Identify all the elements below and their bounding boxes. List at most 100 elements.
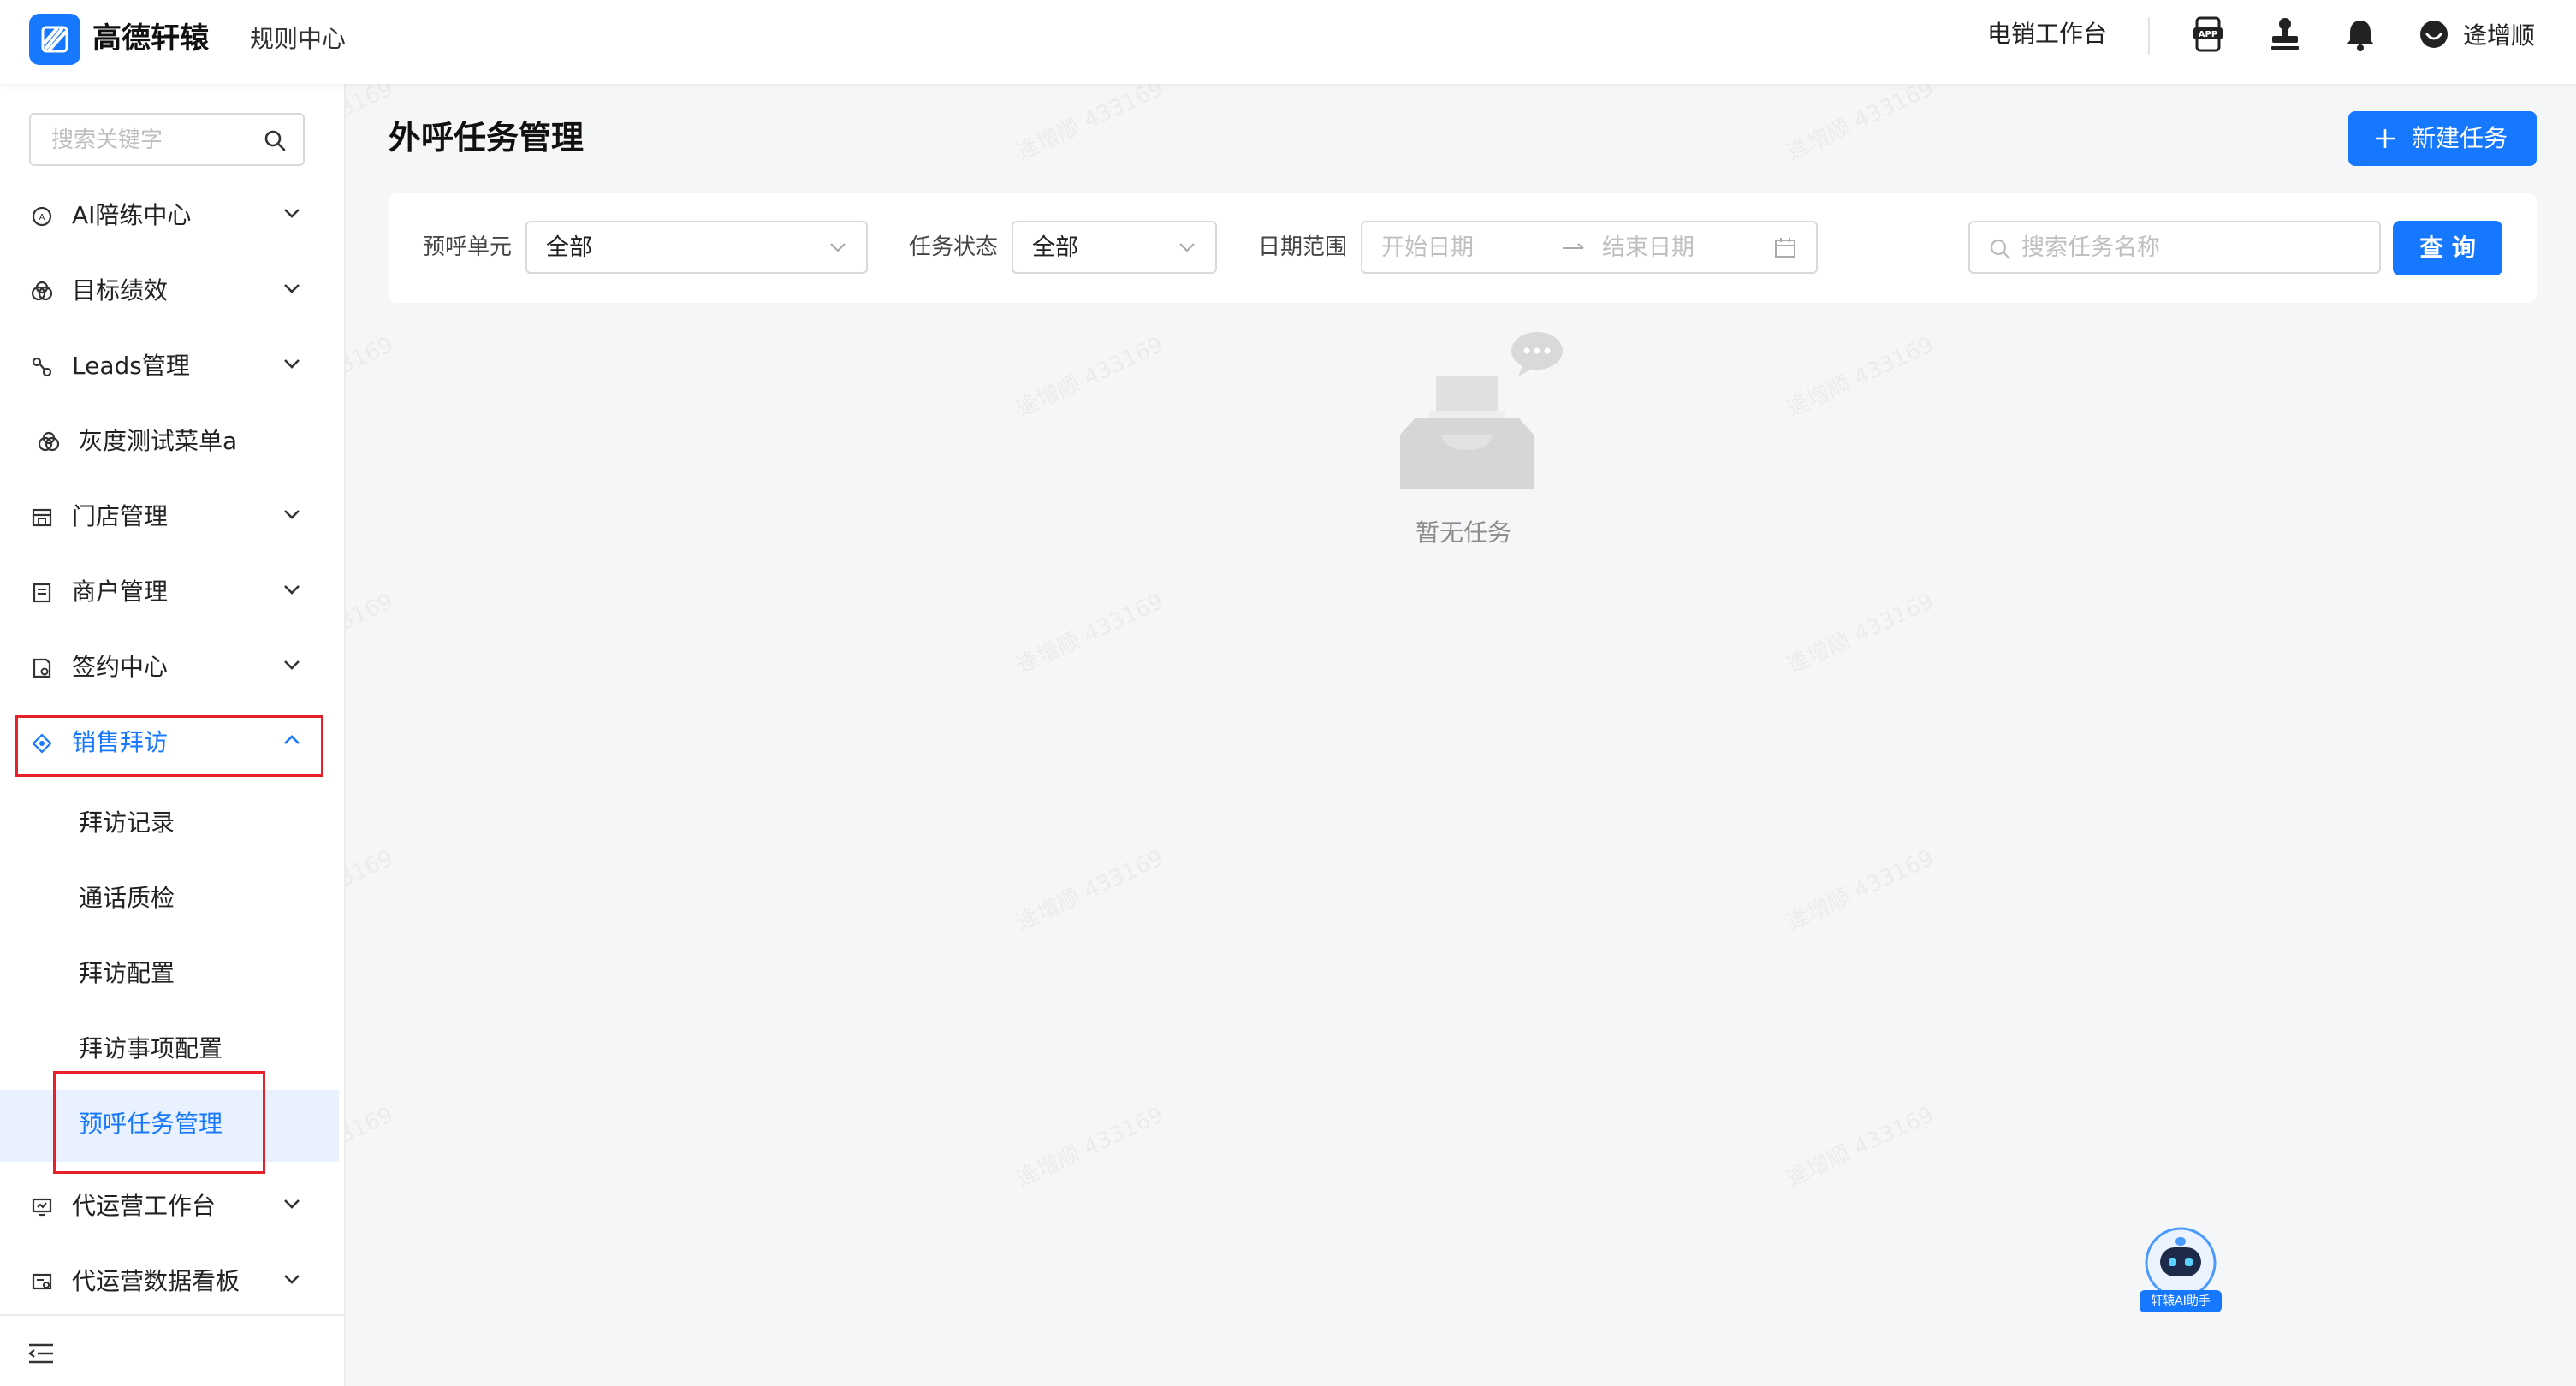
task-name-search[interactable]: 搜索任务名称 [1968,221,2381,274]
chevron-down-icon [284,1199,300,1209]
chevron-down-icon [284,1275,300,1284]
sidebar-item-label: Leads管理 [72,352,190,380]
sidebar-subitem-label: 拜访配置 [79,959,175,987]
stamp-icon[interactable] [2266,15,2304,53]
chevron-down-icon [284,284,300,293]
sidebar-item-ops-workbench[interactable]: 代运营工作台 [0,1172,346,1241]
sidebar-item-label: 代运营数据看板 [72,1267,240,1295]
watermark: 逄增顺 433169 [1011,328,1168,424]
watermark: 逄增顺 433169 [1781,328,1938,424]
watermark: 逄增顺 433169 [1011,584,1168,680]
sidebar-item-gray-test[interactable]: 灰度测试菜单a [0,407,346,476]
ops-workbench-icon [32,1198,52,1217]
sidebar-item-contract[interactable]: 签约中心 [0,633,346,702]
sidebar-item-label: AI陪练中心 [72,201,192,229]
contract-icon [33,658,51,678]
filter-panel: 预呼单元 全部 任务状态 全部 日期范围 开始日期 结束日期 搜索任务名称 查 … [389,193,2537,303]
chevron-down-icon [284,209,300,218]
store-icon [32,508,52,527]
watermark: 逄增顺 433169 [1011,841,1168,937]
sidebar-item-ai-training[interactable]: A AI陪练中心 [0,181,346,250]
date-filter-label: 日期范围 [1258,234,1348,260]
sidebar-subitem-label: 拜访记录 [79,808,175,837]
sidebar-subitem-precall-task[interactable]: 预呼任务管理 [0,1090,339,1162]
brand-logo-icon[interactable] [29,14,80,65]
svg-text:APP: APP [2199,30,2217,39]
watermark: 逄增顺 433169 [1781,71,1938,167]
rule-center-link[interactable]: 规则中心 [250,22,346,56]
sidebar-item-store[interactable]: 门店管理 [0,483,346,551]
chevron-down-icon [284,660,300,670]
sidebar-item-label: 灰度测试菜单a [79,427,238,455]
sidebar-search[interactable] [29,113,305,166]
task-name-search-input[interactable]: 搜索任务名称 [2021,232,2160,264]
user-name[interactable]: 逄增顺 [2463,19,2535,53]
date-range-picker[interactable]: 开始日期 结束日期 [1361,221,1818,274]
sidebar-item-target-performance[interactable]: 目标绩效 [0,257,346,325]
search-icon[interactable] [264,129,286,151]
leads-icon [32,357,52,377]
status-filter-label: 任务状态 [909,234,999,260]
empty-inbox-icon [1400,332,1563,489]
header-divider [2148,17,2150,55]
end-date-input[interactable]: 结束日期 [1602,232,1695,264]
sidebar-item-sales-visit[interactable]: 销售拜访 [0,708,346,777]
sidebar: A AI陪练中心 目标绩效 Leads管理 灰度测试菜单a 门店管理 商户管理 … [0,84,346,1386]
arrow-right-icon [1563,243,1584,249]
sidebar-item-label: 门店管理 [72,502,169,530]
calendar-icon[interactable] [1773,236,1797,260]
sidebar-item-label: 商户管理 [72,578,169,606]
query-button[interactable]: 查 询 [2393,221,2502,275]
chevron-down-icon [284,359,300,369]
visit-icon [32,733,52,754]
sidebar-divider [0,1314,346,1316]
sidebar-subitem-visit-item-config[interactable]: 拜访事项配置 [0,1015,339,1087]
robot-icon [2145,1227,2217,1299]
workspace-link[interactable]: 电销工作台 [1987,17,2107,51]
unit-select[interactable]: 全部 [525,221,868,274]
merchant-icon [33,583,51,603]
sidebar-item-merchant[interactable]: 商户管理 [0,558,346,626]
watermark: 逄增顺 433169 [1781,841,1938,937]
page-title: 外呼任务管理 [389,119,585,157]
target-icon [31,281,53,301]
sidebar-item-label: 销售拜访 [72,728,169,756]
bell-icon[interactable] [2342,15,2379,53]
sidebar-search-input[interactable] [50,125,255,156]
unit-select-value: 全部 [546,234,592,261]
new-task-button[interactable]: 新建任务 [2348,111,2537,166]
status-select-value: 全部 [1032,234,1078,261]
sidebar-subitem-visit-config[interactable]: 拜访配置 [0,939,339,1011]
watermark: 逄增顺 433169 [1781,1098,1938,1194]
watermark: 逄增顺 433169 [1011,71,1168,167]
watermark: 逄增顺 433169 [1011,1098,1168,1194]
sidebar-item-leads[interactable]: Leads管理 [0,332,346,400]
sidebar-subitem-label: 拜访事项配置 [79,1034,223,1063]
chevron-down-icon [1179,243,1195,252]
start-date-input[interactable]: 开始日期 [1381,232,1474,264]
brand-name[interactable]: 高德轩辕 [92,19,209,58]
ai-assistant-label: 轩辕AI助手 [2140,1290,2222,1312]
status-select[interactable]: 全部 [1012,221,1217,274]
search-icon [1990,239,2011,260]
chevron-up-icon [284,735,300,744]
chevron-down-icon [284,585,300,595]
top-bar: 高德轩辕 规则中心 电销工作台 APP 逄增顺 [0,0,2576,84]
unit-filter-label: 预呼单元 [423,234,513,260]
new-task-label: 新建任务 [2412,124,2508,152]
sidebar-item-label: 签约中心 [72,653,169,681]
chevron-down-icon [284,510,300,519]
menu-collapse-icon[interactable] [27,1342,55,1365]
ai-assistant-button[interactable]: 轩辕AI助手 [2140,1225,2222,1316]
svg-text:A: A [39,213,45,222]
app-icon[interactable]: APP [2189,15,2227,53]
sidebar-subitem-label: 通话质检 [79,884,175,912]
sidebar-item-ops-dashboard[interactable]: 代运营数据看板 [0,1247,346,1316]
sidebar-subitem-call-qa[interactable]: 通话质检 [0,864,339,936]
chevron-down-icon [830,243,846,252]
sidebar-subitem-visit-records[interactable]: 拜访记录 [0,789,339,861]
empty-state-text: 暂无任务 [1415,518,1511,547]
user-avatar-icon[interactable] [2415,15,2453,53]
ai-icon: A [32,206,52,227]
watermark: 逄增顺 433169 [1781,584,1938,680]
